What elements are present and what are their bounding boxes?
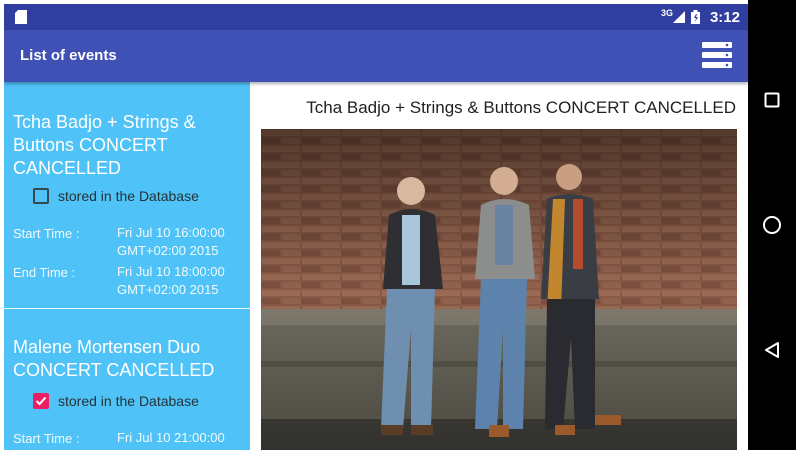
end-time-label: End Time : <box>13 265 76 280</box>
recents-button[interactable] <box>748 80 796 120</box>
event-title: Tcha Badjo + Strings & Buttons CONCERT C… <box>13 112 196 178</box>
band-photo <box>261 129 737 450</box>
detail-title: Tcha Badjo + Strings & Buttons CONCERT C… <box>306 98 736 117</box>
recents-square-icon <box>764 92 780 108</box>
android-nav-bar <box>748 0 796 450</box>
start-time-value: Fri Jul 10 16:00:00 GMT+02:00 2015 <box>117 225 225 258</box>
battery-icon <box>690 10 700 24</box>
list-item[interactable]: Tcha Badjo + Strings & Buttons CONCERT C… <box>4 82 250 308</box>
start-time-label: Start Time : <box>13 431 80 446</box>
status-bar: 3G 3:12 <box>4 4 748 30</box>
list-item[interactable]: Malene Mortensen Duo CONCERT CANCELLED s… <box>4 308 250 450</box>
app-window: 3G 3:12 List of events Tcha Badjo + Stri… <box>4 4 748 450</box>
signal-icon <box>672 11 685 23</box>
start-time-label: Start Time : <box>13 226 80 241</box>
start-time-value: Fri Jul 10 21:00:00 GMT+02:00 2015 <box>117 430 225 450</box>
home-button[interactable] <box>748 205 796 245</box>
back-triangle-icon <box>765 342 779 358</box>
event-detail: Tcha Badjo + Strings & Buttons CONCERT C… <box>250 82 748 450</box>
event-list[interactable]: Tcha Badjo + Strings & Buttons CONCERT C… <box>4 82 250 450</box>
stored-checkbox[interactable] <box>33 188 49 204</box>
toolbar-title: List of events <box>20 47 117 64</box>
list-view-icon[interactable] <box>702 42 732 68</box>
stored-label: stored in the Database <box>58 188 199 204</box>
app-toolbar: List of events <box>4 30 748 82</box>
stored-checkbox-row[interactable]: stored in the Database <box>33 186 199 206</box>
event-title: Malene Mortensen Duo CONCERT CANCELLED <box>13 337 215 380</box>
home-circle-icon <box>763 216 781 234</box>
clock: 3:12 <box>709 8 740 26</box>
back-button[interactable] <box>748 330 796 370</box>
check-icon <box>35 396 47 406</box>
end-time-value: Fri Jul 10 18:00:00 GMT+02:00 2015 <box>117 264 225 297</box>
stored-checkbox[interactable] <box>33 393 49 409</box>
sd-card-icon <box>15 10 27 24</box>
stored-label: stored in the Database <box>58 393 199 409</box>
network-type-label: 3G <box>660 8 673 18</box>
stored-checkbox-row[interactable]: stored in the Database <box>33 391 199 411</box>
